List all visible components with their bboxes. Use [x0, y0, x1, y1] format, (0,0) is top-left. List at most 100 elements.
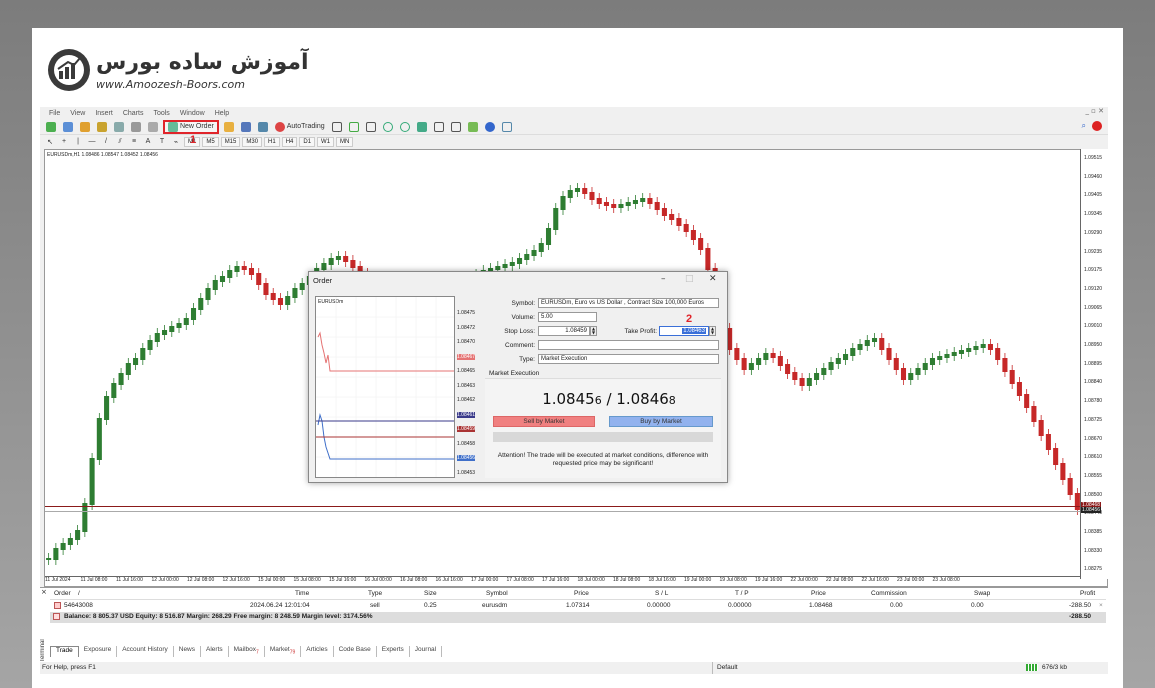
timeframe-m30[interactable]: M30: [242, 136, 263, 147]
tab-account-history[interactable]: Account History: [117, 646, 174, 657]
tab-market[interactable]: Market79: [265, 646, 302, 657]
timeframe-h1[interactable]: H1: [264, 136, 280, 147]
candle-body: [299, 283, 305, 290]
zoom-out-button[interactable]: [398, 120, 412, 133]
metaeditor-button[interactable]: [222, 120, 236, 133]
comment-field[interactable]: [538, 340, 719, 350]
terminal-close-icon[interactable]: ×: [41, 588, 47, 596]
vertical-line-icon[interactable]: |: [72, 135, 84, 148]
line-chart-button[interactable]: [364, 120, 378, 133]
sell-by-market-button[interactable]: Sell by Market: [493, 416, 595, 427]
zoom-in-button[interactable]: [381, 120, 395, 133]
tab-news[interactable]: News: [174, 646, 202, 657]
col-commission[interactable]: Commission: [871, 590, 907, 597]
bar-chart-button[interactable]: [330, 120, 344, 133]
tab-code-base[interactable]: Code Base: [334, 646, 377, 657]
candle-body: [951, 352, 957, 356]
menu-file[interactable]: File: [44, 110, 65, 117]
signals-button[interactable]: [239, 120, 253, 133]
tab-journal[interactable]: Journal: [410, 646, 443, 657]
tab-articles[interactable]: Articles: [301, 646, 334, 657]
label-icon[interactable]: T: [156, 135, 168, 148]
col-price-current[interactable]: Price: [811, 590, 826, 597]
col-swap[interactable]: Swap: [974, 590, 990, 597]
tile-windows-button[interactable]: [415, 120, 429, 133]
candle-body: [263, 283, 269, 295]
crosshair-icon[interactable]: +: [58, 135, 70, 148]
menu-help[interactable]: Help: [210, 110, 234, 117]
tab-trade[interactable]: Trade: [50, 646, 79, 657]
data-window-button[interactable]: [112, 120, 126, 133]
take-profit-field[interactable]: 1.08463: [659, 326, 709, 336]
timeframe-m5[interactable]: M5: [202, 136, 219, 147]
menu-insert[interactable]: Insert: [90, 110, 118, 117]
close-order-icon[interactable]: ×: [1099, 602, 1103, 609]
col-tp[interactable]: T / P: [735, 590, 749, 597]
buy-by-market-button[interactable]: Buy by Market: [609, 416, 713, 427]
stop-loss-spinner[interactable]: ▲ ▼: [590, 326, 597, 336]
search-icon[interactable]: ⌕: [1082, 121, 1086, 131]
type-select[interactable]: Market Execution: [538, 354, 719, 364]
tester-button[interactable]: [146, 120, 160, 133]
close-icon[interactable]: ✕: [709, 274, 717, 284]
timeframe-mn[interactable]: MN: [336, 136, 354, 147]
cursor-icon[interactable]: ↖: [44, 135, 56, 148]
profiles-button[interactable]: [61, 120, 75, 133]
tab-alerts[interactable]: Alerts: [201, 646, 229, 657]
terminal-button[interactable]: [129, 120, 143, 133]
candle-chart-button[interactable]: [347, 120, 361, 133]
timeframe-h4[interactable]: H4: [281, 136, 298, 147]
take-profit-spinner[interactable]: ▲ ▼: [709, 326, 716, 336]
col-profit[interactable]: Profit: [1080, 590, 1095, 597]
tab-exposure[interactable]: Exposure: [79, 646, 118, 657]
menu-charts[interactable]: Charts: [118, 110, 149, 117]
volume-field[interactable]: 5.00: [538, 312, 597, 322]
tab-mailbox[interactable]: Mailbox7: [229, 646, 265, 657]
shapes-icon[interactable]: ⌁: [170, 135, 182, 148]
fibonacci-icon[interactable]: ≡: [128, 135, 140, 148]
alert-icon[interactable]: [1092, 121, 1102, 131]
menu-tools[interactable]: Tools: [148, 110, 174, 117]
stop-loss-field[interactable]: 1.08459: [538, 326, 590, 336]
terminal-icon: [131, 121, 141, 132]
table-row[interactable]: 54643008 2024.06.24 12:01:04 sell 0.25 e…: [50, 601, 1106, 612]
trendline-icon[interactable]: /: [100, 135, 112, 148]
col-price[interactable]: Price: [574, 590, 589, 597]
navigator-button[interactable]: [95, 120, 109, 133]
timeframe-d1[interactable]: D1: [299, 136, 316, 147]
market-watch-button[interactable]: [78, 120, 92, 133]
minimize-icon[interactable]: –: [661, 274, 666, 284]
candle-body: [241, 266, 247, 270]
autoscroll-button[interactable]: [432, 120, 446, 133]
horizontal-line-icon[interactable]: —: [86, 135, 98, 148]
col-size[interactable]: Size: [424, 590, 437, 597]
symbol-select[interactable]: EURUSDm, Euro vs US Dollar , Contract Si…: [538, 298, 719, 308]
channel-icon[interactable]: ⫽: [114, 135, 126, 148]
col-sl[interactable]: S / L: [655, 590, 668, 597]
timeframe-w1[interactable]: W1: [317, 136, 335, 147]
tab-experts[interactable]: Experts: [377, 646, 410, 657]
new-chart-button[interactable]: [44, 120, 58, 133]
time-axis-label: 22 Jul 16:00: [861, 577, 889, 583]
timeframe-m15[interactable]: M15: [220, 136, 241, 147]
chart-shift-icon: [450, 121, 461, 132]
menu-view[interactable]: View: [65, 110, 90, 117]
chart-shift-button[interactable]: [449, 120, 463, 133]
window-controls[interactable]: _ ▫ ✕: [1085, 107, 1104, 115]
autotrading-button[interactable]: AutoTrading: [273, 120, 327, 133]
price-axis-label: 1.09175: [1084, 267, 1103, 274]
col-time[interactable]: Time: [295, 590, 309, 597]
text-icon[interactable]: A: [142, 135, 154, 148]
col-order[interactable]: Order: [54, 590, 71, 597]
symbol-label: Symbol:: [511, 300, 535, 307]
candle-body: [190, 308, 197, 320]
vps-button[interactable]: [256, 120, 270, 133]
col-symbol[interactable]: Symbol: [486, 590, 508, 597]
templates-button[interactable]: [500, 120, 514, 133]
tick-chart-lines: [316, 297, 454, 477]
col-type[interactable]: Type: [368, 590, 382, 597]
indicators-button[interactable]: [466, 120, 480, 133]
new-order-button[interactable]: New Order: [163, 119, 219, 134]
menu-window[interactable]: Window: [175, 110, 210, 117]
periods-button[interactable]: [483, 120, 497, 133]
